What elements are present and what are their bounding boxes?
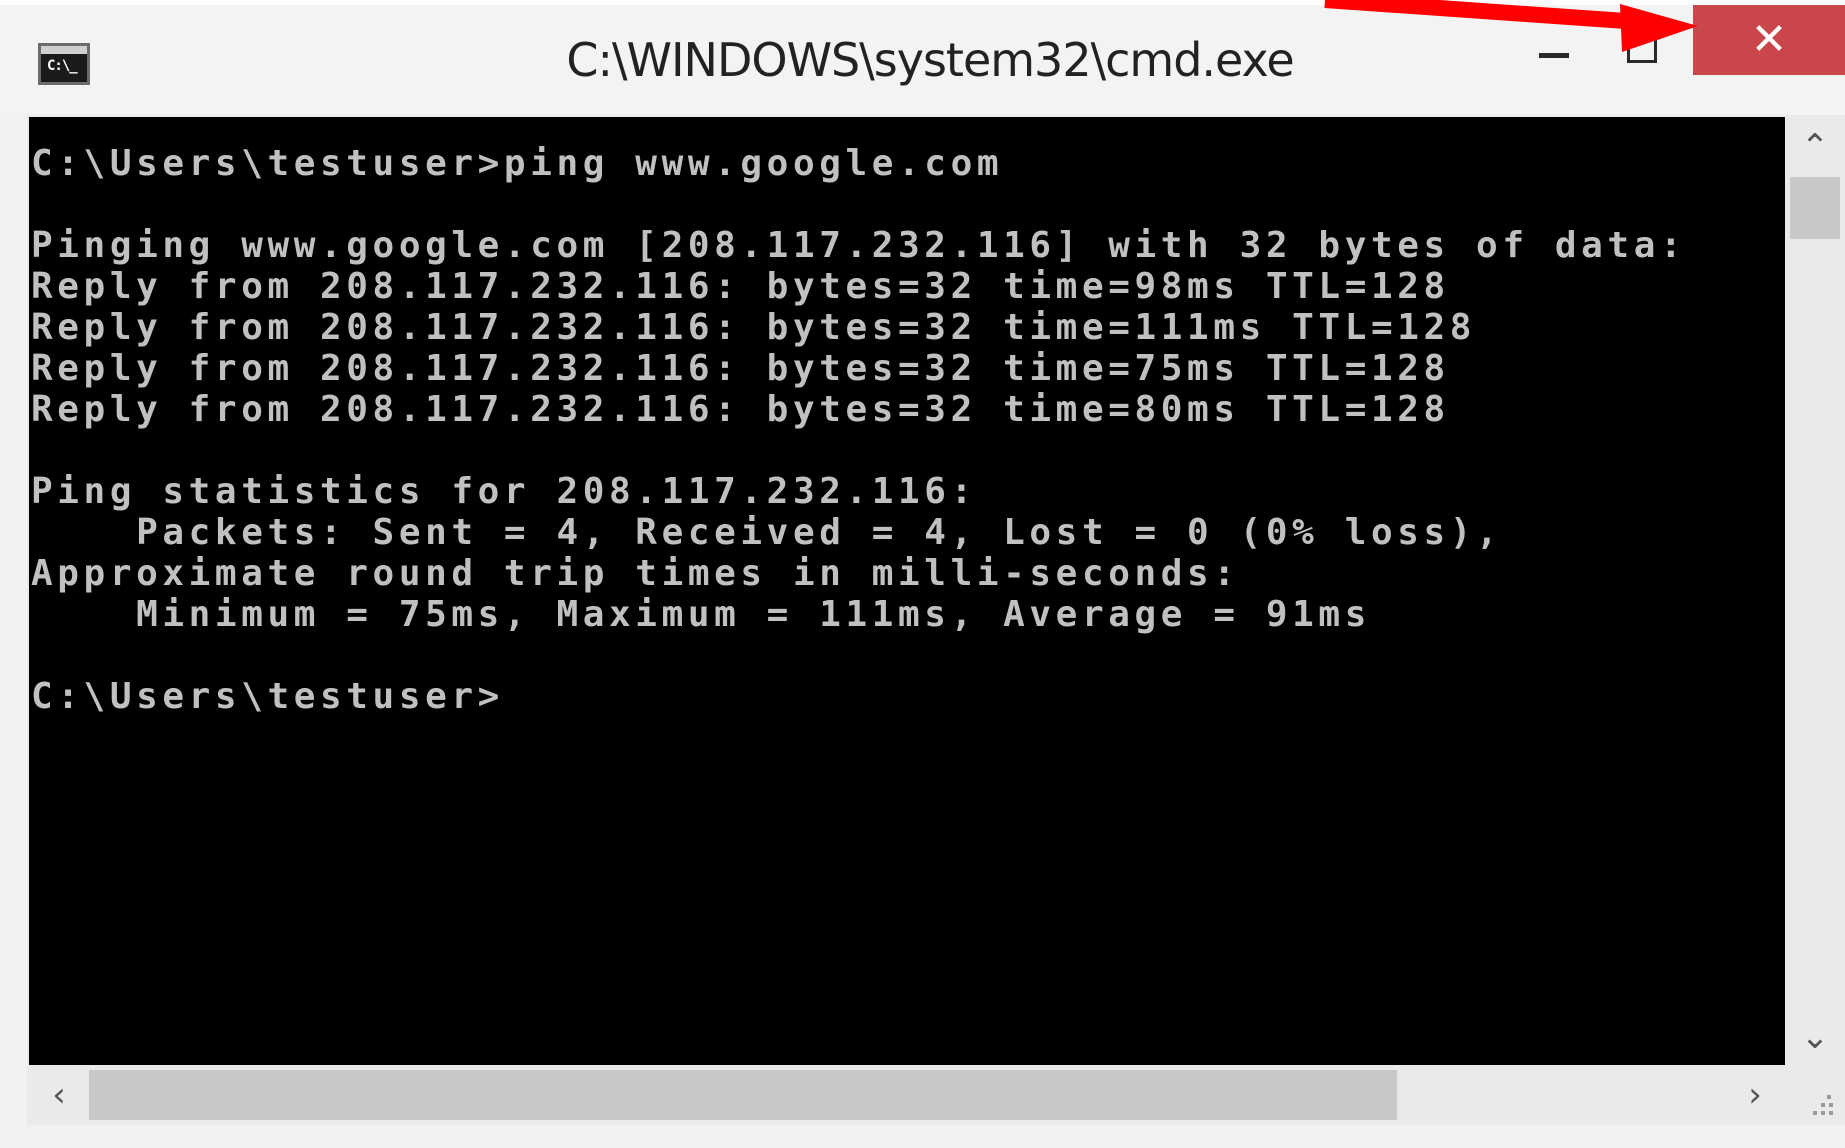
grip-dot — [1827, 1095, 1831, 1099]
console-line: Reply from 208.117.232.116: bytes=32 tim… — [31, 389, 1450, 430]
maximize-icon — [1627, 33, 1657, 63]
grip-dot — [1829, 1111, 1833, 1115]
vertical-scroll-thumb[interactable] — [1790, 177, 1840, 239]
close-button[interactable]: ✕ — [1693, 5, 1845, 75]
console-icon-label: C:\_ — [47, 58, 78, 74]
console-icon-bar — [41, 46, 87, 54]
horizontal-scrollbar[interactable]: ‹ › — [29, 1065, 1785, 1125]
console-prompt-line: C:\Users\testuser> — [31, 676, 504, 717]
console-line: Minimum = 75ms, Maximum = 111ms, Average… — [31, 594, 1371, 635]
minimize-icon — [1539, 53, 1569, 58]
horizontal-scroll-thumb[interactable] — [89, 1070, 1397, 1120]
console-output[interactable]: C:\Users\testuser>ping www.google.com Pi… — [29, 117, 1785, 1065]
resize-grip[interactable] — [1785, 1065, 1845, 1125]
minimize-button[interactable] — [1525, 25, 1585, 85]
vertical-scrollbar[interactable]: ⌃ ⌄ — [1785, 117, 1845, 1065]
close-icon: ✕ — [1750, 14, 1788, 65]
console-line: Reply from 208.117.232.116: bytes=32 tim… — [31, 307, 1477, 348]
grip-dot — [1813, 1111, 1817, 1115]
console-line: Reply from 208.117.232.116: bytes=32 tim… — [31, 266, 1450, 307]
scroll-down-button[interactable]: ⌄ — [1785, 1007, 1845, 1067]
scroll-up-button[interactable]: ⌃ — [1785, 117, 1845, 177]
console-line: C:\Users\testuser>ping www.google.com — [31, 143, 1004, 184]
grip-dot — [1829, 1103, 1833, 1107]
grip-dot — [1821, 1111, 1825, 1115]
scroll-right-button[interactable]: › — [1725, 1065, 1785, 1125]
title-bar[interactable]: C:\_ C:\WINDOWS\system32\cmd.exe — [0, 5, 1845, 115]
console-line: Pinging www.google.com [208.117.232.116]… — [31, 225, 1687, 266]
console-line: Approximate round trip times in milli-se… — [31, 553, 1240, 594]
cmd-window: C:\_ C:\WINDOWS\system32\cmd.exe ✕ C:\Us… — [0, 0, 1845, 1148]
chevron-right-icon: › — [1748, 1075, 1762, 1115]
window-title: C:\WINDOWS\system32\cmd.exe — [566, 33, 1294, 87]
chevron-down-icon: ⌄ — [1800, 1017, 1830, 1057]
scroll-left-button[interactable]: ‹ — [29, 1065, 89, 1125]
console-icon[interactable]: C:\_ — [38, 43, 90, 85]
maximize-button[interactable] — [1615, 19, 1675, 79]
console-line: Reply from 208.117.232.116: bytes=32 tim… — [31, 348, 1450, 389]
window-bottom-border — [27, 1125, 1845, 1148]
console-line: Packets: Sent = 4, Received = 4, Lost = … — [31, 512, 1503, 553]
chevron-up-icon: ⌃ — [1800, 127, 1830, 167]
console-line: Ping statistics for 208.117.232.116: — [31, 471, 977, 512]
chevron-left-icon: ‹ — [52, 1075, 66, 1115]
grip-dot — [1821, 1103, 1825, 1107]
